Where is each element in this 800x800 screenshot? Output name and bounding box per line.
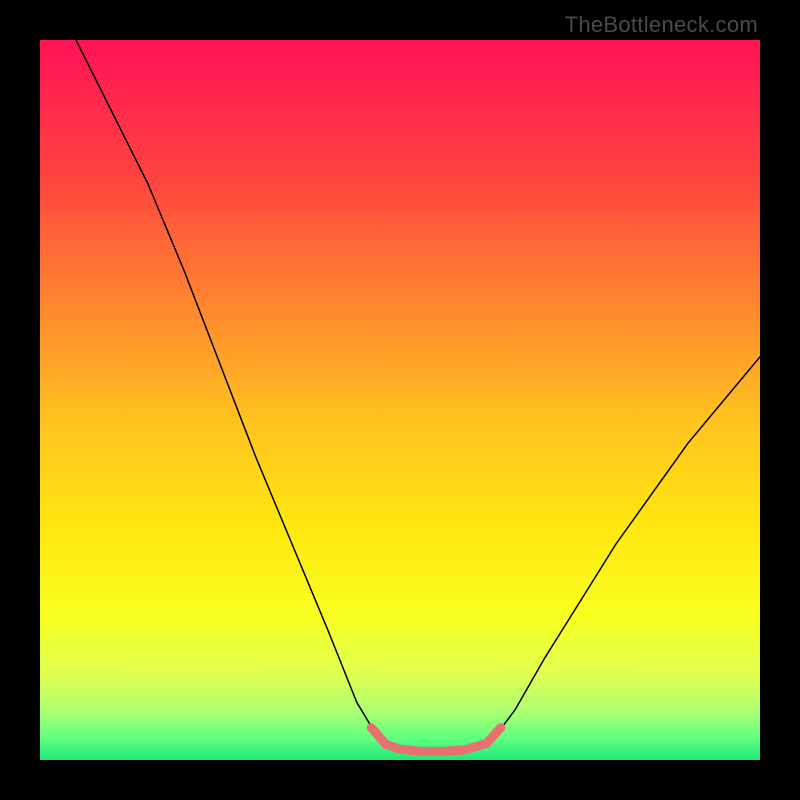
chart-svg — [40, 40, 760, 760]
watermark-text: TheBottleneck.com — [565, 12, 758, 38]
chart-container: TheBottleneck.com — [0, 0, 800, 800]
gradient-background — [40, 40, 760, 760]
plot-area — [40, 40, 760, 760]
